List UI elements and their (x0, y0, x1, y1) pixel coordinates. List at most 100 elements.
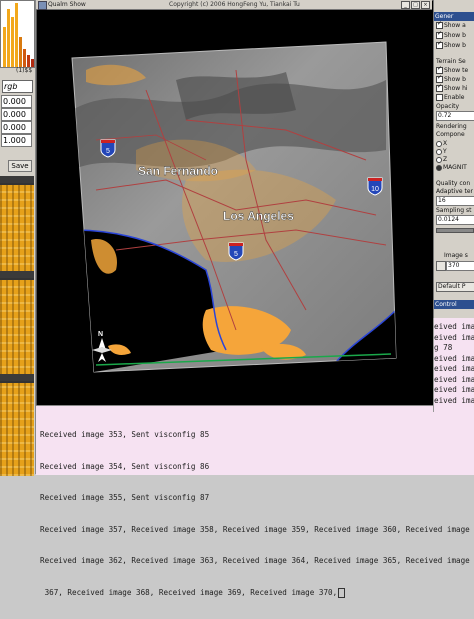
check-label: Show b (444, 42, 466, 49)
image-size-spinner[interactable] (436, 261, 446, 271)
window-icon (38, 1, 47, 10)
checkbox[interactable] (436, 94, 443, 101)
colorspace-select[interactable]: rgb (2, 80, 33, 93)
check-item[interactable]: Enable (436, 94, 464, 101)
shield-number: 10 (371, 186, 379, 193)
adaptive-field[interactable]: 16 (436, 196, 474, 206)
terrain-section-label: Terrain Se (436, 58, 466, 65)
check-label: Enable (444, 94, 465, 101)
histogram-label: (1)$$ (16, 67, 33, 74)
check-label: Show hi (444, 85, 468, 92)
color-field-4[interactable]: 1.000 (1, 134, 32, 147)
check-item[interactable]: Show hi (436, 83, 468, 92)
window-title: Qualm Show (48, 1, 86, 8)
checkbox[interactable] (436, 65, 443, 74)
histogram-bar (11, 17, 14, 67)
color-field-1[interactable]: 0.000 (1, 95, 32, 108)
log-line: g 78 (434, 343, 453, 352)
control-panel: Gener Show a Show b Show b Terrain Se Sh… (433, 0, 474, 318)
check-item[interactable]: Show a (436, 20, 466, 29)
sampling-slider[interactable] (436, 228, 474, 233)
maximize-button[interactable]: □ (411, 1, 420, 9)
checkbox[interactable] (436, 20, 443, 29)
sampling-label: Sampling st (436, 207, 472, 214)
window-controls: _ □ × (400, 1, 430, 10)
checkbox[interactable] (436, 74, 443, 83)
thumbnail-titlebar (0, 271, 34, 278)
label-los-angeles: Los Angeles (223, 209, 294, 223)
check-item[interactable]: Show b (436, 74, 466, 83)
histogram-bar (31, 59, 34, 67)
image-size-field[interactable]: 370 (446, 261, 474, 271)
mountain-ridge (176, 72, 296, 120)
quality-label: Quality con (436, 180, 471, 187)
log-line: Received image 355, Sent visconfig 87 (40, 493, 210, 502)
radio-button[interactable] (436, 156, 442, 163)
radio-label: Y (443, 148, 447, 155)
main-titlebar: Qualm Show Copyright (c) 2006 HongFeng Y… (36, 0, 432, 10)
control-tab[interactable]: Control (434, 300, 474, 309)
label-san-fernando: San Fernando (138, 164, 218, 178)
histogram-bar (7, 9, 10, 67)
histogram-bar (15, 3, 18, 67)
checkbox[interactable] (436, 30, 443, 39)
compass-label: N (98, 331, 103, 338)
thumbnail-titlebar (0, 176, 34, 183)
terrain-visualization[interactable]: San Fernando Los Angeles 5 10 5 N (36, 10, 432, 406)
log-line: Received image 362, Received image 363, … (40, 556, 470, 565)
histogram-bar (19, 37, 22, 67)
check-item[interactable]: Show te (436, 65, 469, 74)
log-line: eived image (434, 353, 474, 363)
log-console[interactable]: Received image 353, Sent visconfig 85 Re… (36, 405, 474, 598)
radio-button[interactable] (436, 164, 442, 171)
log-console-side: eived imageeived imageg 78eived imageeiv… (433, 318, 474, 412)
check-label: Show b (444, 32, 466, 39)
log-line: eived image (434, 374, 474, 384)
color-field-2[interactable]: 0.000 (1, 108, 32, 121)
interstate-shield-icon: 10 (367, 177, 383, 196)
check-label: Show te (444, 67, 469, 74)
radio-item[interactable]: Z (436, 156, 447, 163)
radio-button[interactable] (436, 140, 442, 147)
interstate-shield-icon: 5 (100, 139, 116, 158)
log-line: 367, Received image 368, Received image … (40, 587, 338, 597)
histogram-bar (27, 55, 30, 67)
shield-number: 5 (106, 148, 110, 155)
component-label: Compone (436, 131, 465, 138)
minimize-button[interactable]: _ (401, 1, 410, 9)
checkbox[interactable] (436, 83, 443, 92)
log-line: Received image 353, Sent visconfig 85 (40, 430, 210, 439)
radio-item[interactable]: X (436, 140, 447, 147)
adaptive-label: Adaptive ter (436, 188, 473, 195)
image-size-label: Image s (444, 252, 468, 259)
log-line: Received image 354, Sent visconfig 86 (40, 461, 210, 471)
copyright-text: Copyright (c) 2006 HongFeng Yu, Tiankai … (169, 1, 300, 8)
log-line: Received image 357, Received image 358, … (40, 524, 470, 534)
default-button[interactable]: Default P (436, 282, 474, 292)
check-label: Show a (444, 22, 466, 29)
radio-button[interactable] (436, 148, 442, 155)
close-button[interactable]: × (421, 1, 430, 9)
colormap-histogram[interactable] (0, 0, 35, 68)
check-item[interactable]: Show b (436, 30, 466, 39)
thumbnail-image[interactable] (0, 278, 34, 376)
check-label: Show b (444, 76, 466, 83)
histogram-bar (3, 27, 6, 67)
radio-label: MAGNIT (443, 164, 467, 171)
radio-label: Z (443, 156, 448, 163)
radio-item[interactable]: MAGNIT (436, 164, 467, 171)
save-button[interactable]: Save (8, 160, 32, 172)
thumbnail-image[interactable] (0, 381, 34, 476)
checkbox[interactable] (436, 40, 443, 49)
opacity-field[interactable]: 0.72 (436, 111, 474, 121)
log-line: eived image (434, 322, 474, 331)
check-item[interactable]: Show b (436, 40, 466, 49)
color-field-3[interactable]: 0.000 (1, 121, 32, 134)
log-line: eived image (434, 385, 474, 394)
thumbnail-image[interactable] (0, 183, 34, 273)
sampling-field[interactable]: 0.0124 (436, 215, 474, 225)
histogram-bar (23, 49, 26, 67)
rendering-label: Rendering (436, 123, 467, 130)
log-line: eived image (434, 395, 474, 405)
radio-item[interactable]: Y (436, 148, 447, 155)
